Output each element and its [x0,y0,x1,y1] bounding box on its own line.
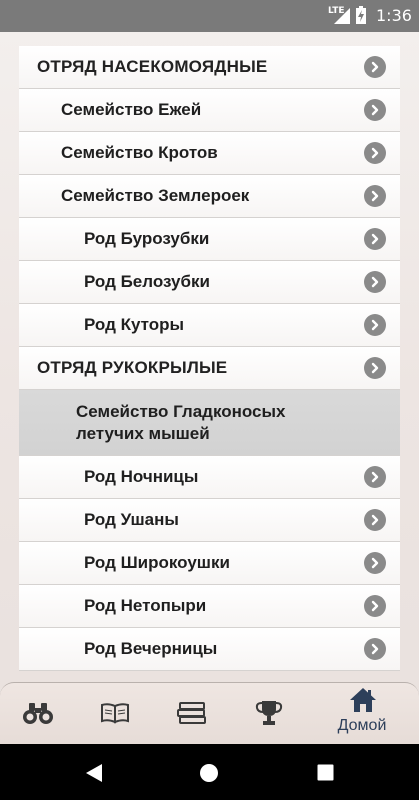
nav-home-label: Домой [337,717,387,734]
nav-home-button[interactable]: Домой [327,683,397,745]
list-item-label: Семейство Ежей [61,100,202,119]
status-bar: LTE 1:36 [0,0,419,32]
list-item[interactable]: ОТРЯД НАСЕКОМОЯДНЫЕ [19,46,400,89]
list-item-label: Род Ушаны [84,510,179,529]
trophy-icon [255,701,283,725]
chevron-right-icon [364,357,386,379]
list-item[interactable]: Род Ушаны [19,499,400,542]
clock: 1:36 [376,6,412,25]
list-item[interactable]: Род Вечерницы [19,628,400,671]
list-item[interactable]: Род Белозубки [19,261,400,304]
signal-icon [334,8,350,24]
list-item[interactable]: ОТРЯД РУКОКРЫЛЫЕ [19,347,400,390]
home-icon [350,688,376,712]
list-item[interactable]: Род Куторы [19,304,400,347]
bottom-navigation: Домой [0,682,419,744]
chevron-right-icon [364,185,386,207]
list-item-label: ОТРЯД РУКОКРЫЛЫЕ [37,358,228,377]
list-item-selected[interactable]: Семейство Гладконосых летучих мышей [19,390,400,456]
chevron-right-icon [364,56,386,78]
binoculars-icon [23,703,53,724]
list-item-label: Род Бурозубки [84,229,210,248]
list-item[interactable]: Род Нетопыри [19,585,400,628]
list-item-label: Род Нетопыри [84,596,207,615]
nav-achievements-button[interactable] [234,683,304,745]
chevron-right-icon [364,228,386,250]
list-item-label: Род Вечерницы [84,639,218,658]
chevron-right-icon [364,271,386,293]
list-item[interactable]: Семейство Землероек [19,175,400,218]
system-navigation-bar [0,744,419,800]
list-item[interactable]: Род Ночницы [19,456,400,499]
books-stack-icon [177,702,206,724]
list-item-label: ОТРЯД НАСЕКОМОЯДНЫЕ [37,57,268,76]
chevron-right-icon [364,99,386,121]
recents-icon[interactable] [317,764,334,781]
taxonomy-list: ОТРЯД НАСЕКОМОЯДНЫЕ Семейство Ежей Семей… [19,46,400,671]
nav-library-button[interactable] [157,683,227,745]
battery-charging-icon [356,6,366,24]
back-icon[interactable] [85,763,103,783]
list-item-label: Род Ночницы [84,467,199,486]
book-icon [101,703,129,724]
list-item-label: Семейство Гладконосых летучих мышей [76,401,286,443]
nav-book-button[interactable] [80,683,150,745]
nav-observe-button[interactable] [3,683,73,745]
list-item[interactable]: Род Бурозубки [19,218,400,261]
list-item-label: Род Широкоушки [84,553,230,572]
list-item[interactable]: Семейство Ежей [19,89,400,132]
chevron-right-icon [364,509,386,531]
list-item[interactable]: Род Широкоушки [19,542,400,585]
chevron-right-icon [364,638,386,660]
chevron-right-icon [364,314,386,336]
list-item-label: Семейство Землероек [61,186,250,205]
list-item-label: Род Куторы [84,315,185,334]
list-item-label: Род Белозубки [84,272,210,291]
list-item-label: Семейство Кротов [61,143,218,162]
chevron-right-icon [364,466,386,488]
list-item[interactable]: Семейство Кротов [19,132,400,175]
chevron-right-icon [364,552,386,574]
chevron-right-icon [364,142,386,164]
home-circle-icon[interactable] [199,763,219,783]
chevron-right-icon [364,595,386,617]
